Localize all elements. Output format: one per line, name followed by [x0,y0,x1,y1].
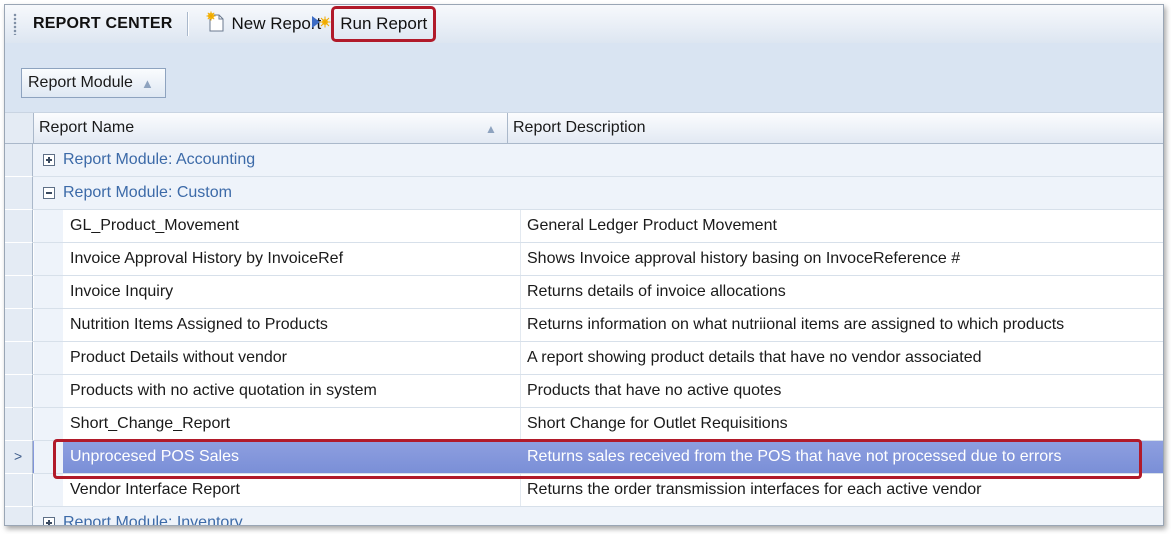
report-name-cell: Unprocesed POS Sales [70,448,239,465]
expand-icon[interactable] [43,517,55,525]
table-row[interactable]: GL_Product_Movement General Ledger Produ… [5,210,1163,243]
run-report-label: Run Report [340,14,428,33]
new-document-icon [205,11,227,38]
grid-header: Report Name ▲ Report Description [5,112,1163,144]
toolbar: REPORT CENTER New Report Run Report [5,5,1163,44]
row-indicator [5,177,33,210]
toolbar-grip[interactable] [13,13,17,35]
row-indicator [5,243,33,276]
report-name-cell: Product Details without vendor [70,349,287,366]
group-by-panel: Report Module ▲ [5,43,1163,112]
report-description-cell: A report showing product details that ha… [527,349,982,366]
column-divider[interactable] [507,113,508,143]
sort-ascending-icon: ▲ [485,122,497,136]
column-header-report-description[interactable]: Report Description [513,119,646,137]
report-name-cell: Invoice Inquiry [70,283,174,300]
expand-icon[interactable] [43,154,55,166]
group-label: Report Module: Custom [63,184,232,201]
toolbar-separator [186,12,189,36]
report-description-cell: Shows Invoice approval history basing on… [527,250,961,267]
row-indicator [5,474,33,507]
row-indicator [5,210,33,243]
group-label: Report Module: Accounting [63,151,256,168]
table-row[interactable]: Invoice Inquiry Returns details of invoi… [5,276,1163,309]
group-row-custom[interactable]: Report Module: Custom [5,177,1163,210]
report-description-cell: Returns information on what nutriional i… [527,316,1065,333]
sort-ascending-icon: ▲ [140,75,154,91]
group-row-inventory[interactable]: Report Module: Inventory [5,507,1163,526]
table-row[interactable]: Invoice Approval History by InvoiceRef S… [5,243,1163,276]
report-name-cell: GL_Product_Movement [70,217,239,234]
report-name-cell: Invoice Approval History by InvoiceRef [70,250,344,267]
group-chip-label: Report Module [28,74,133,91]
report-description-cell: Returns details of invoice allocations [527,283,786,300]
report-description-cell: Short Change for Outlet Requisitions [527,415,788,432]
report-name-cell: Products with no active quotation in sys… [70,382,377,399]
table-row[interactable]: Nutrition Items Assigned to Products Ret… [5,309,1163,342]
run-arrow-icon [310,13,332,36]
table-row[interactable]: Product Details without vendor A report … [5,342,1163,375]
column-header-report-name[interactable]: Report Name [39,119,134,137]
report-description-cell: Products that have no active quotes [527,382,782,399]
table-row[interactable]: Vendor Interface Report Returns the orde… [5,474,1163,507]
report-grid: Report Name ▲ Report Description Report … [5,112,1163,526]
report-center-title: REPORT CENTER [33,15,173,32]
row-indicator [5,144,33,177]
collapse-icon[interactable] [43,187,55,199]
header-row-indicator [5,113,34,143]
row-indicator [5,507,33,525]
report-name-cell: Nutrition Items Assigned to Products [70,316,328,333]
table-row[interactable]: Short_Change_Report Short Change for Out… [5,408,1163,441]
group-label: Report Module: Inventory [63,514,243,526]
report-description-cell: General Ledger Product Movement [527,217,777,234]
report-description-cell: Returns the order transmission interface… [527,481,982,498]
report-description-cell: Returns sales received from the POS that… [527,448,1062,465]
row-indicator [5,408,33,441]
table-row[interactable]: Products with no active quotation in sys… [5,375,1163,408]
row-indicator [5,375,33,408]
table-row-selected[interactable]: > Unprocesed POS Sales Returns sales rec… [5,441,1163,474]
row-indicator [5,309,33,342]
row-indicator: > [5,441,33,474]
report-name-cell: Vendor Interface Report [70,481,240,498]
new-report-label: New Report [231,14,322,33]
report-center-window: REPORT CENTER New Report Run Report Repo… [4,4,1164,526]
row-indicator [5,342,33,375]
run-report-button[interactable]: Run Report [312,6,437,42]
current-row-chevron-icon: > [14,448,23,464]
group-chip-report-module[interactable]: Report Module ▲ [21,68,166,98]
new-report-button[interactable]: New Report [199,9,328,39]
row-indicator [5,276,33,309]
group-row-accounting[interactable]: Report Module: Accounting [5,144,1163,177]
report-name-cell: Short_Change_Report [70,415,231,432]
